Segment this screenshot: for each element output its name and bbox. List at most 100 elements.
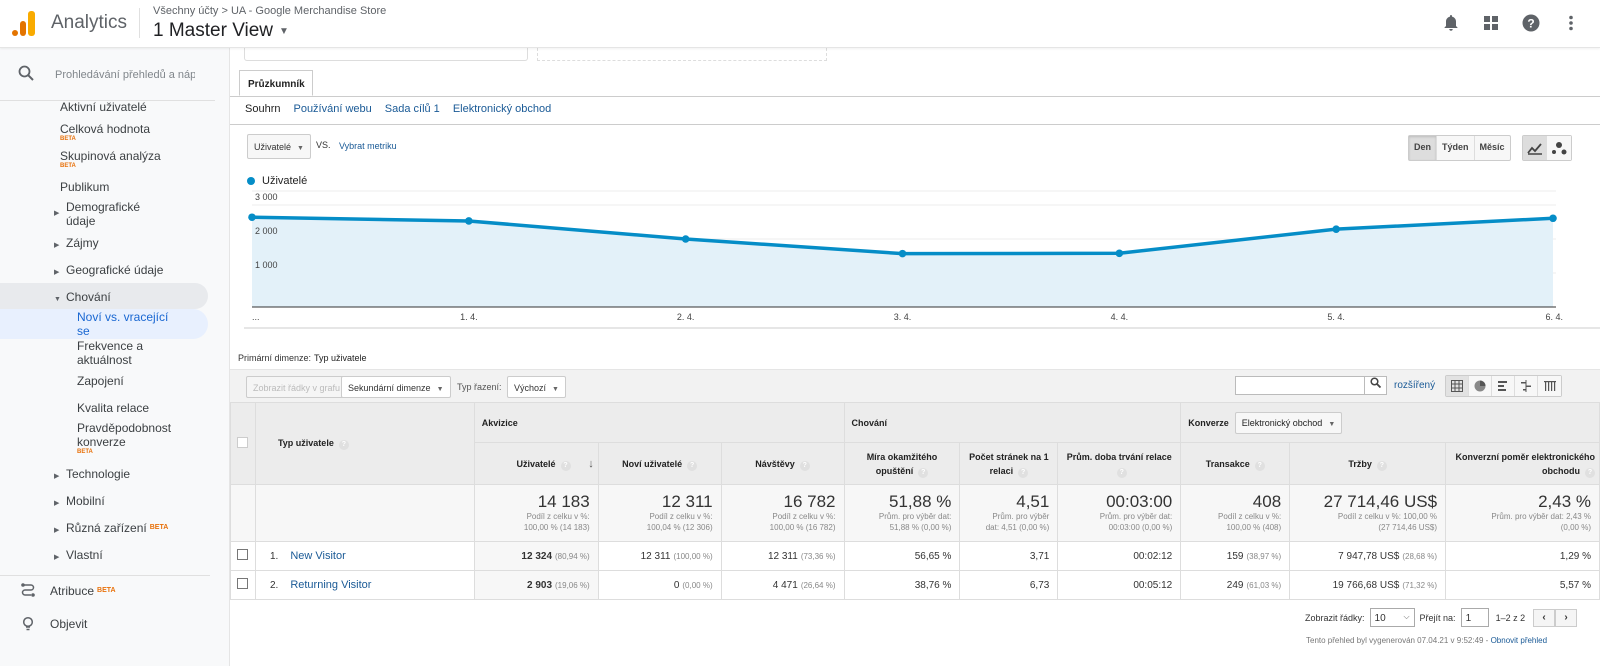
motion-chart-icon[interactable] (1547, 136, 1571, 160)
subtab-site-usage[interactable]: Používání webu (293, 103, 371, 115)
sidebar-item-interests[interactable]: ▶ Zájmy (54, 236, 99, 253)
sidebar-item-conversion-probability[interactable]: Pravděpodobnost konverze BETA (77, 421, 197, 456)
data-point (681, 235, 690, 243)
subtabs: Souhrn Používání webu Sada cílů 1 Elektr… (245, 103, 551, 115)
sidebar-item-geo[interactable]: ▶ Geografické údaje (54, 263, 163, 280)
metric-select[interactable]: Uživatelé ▼ (247, 134, 311, 159)
sidebar-item-technology[interactable]: ▶ Technologie (54, 467, 130, 484)
sidebar-item-active-users[interactable]: Aktivní uživatelé (60, 100, 147, 114)
sort-type-select[interactable]: Výchozí ▼ (507, 376, 566, 398)
help-icon[interactable]: ? (1018, 467, 1029, 478)
sidebar-item-discover[interactable]: Objevit (50, 617, 87, 631)
pie-view-icon[interactable] (1469, 376, 1492, 396)
apps-icon[interactable] (1480, 12, 1502, 34)
col-avg-session-duration[interactable]: Prům. doba trvání relace? (1057, 442, 1182, 485)
totals-row: 14 183 Podíl z celku v %: 100,00 % (14 183… (230, 484, 1600, 542)
sidebar-item-behavior[interactable]: ▼ Chování (54, 290, 111, 307)
col-ecommerce-conversion-rate[interactable]: Konverzní poměr elektronického obchodu? (1445, 442, 1600, 485)
table-search-input[interactable] (1235, 376, 1365, 395)
help-icon[interactable]: ? (1520, 12, 1542, 34)
col-bounce-rate[interactable]: Míra okamžitého opuštění? (843, 442, 961, 485)
sidebar-item-demographics[interactable]: ▶ Demografické údaje (54, 200, 164, 228)
period-month-button[interactable]: Měsíc (1475, 136, 1510, 160)
sidebar-item-cohort-analysis[interactable]: Skupinová analýza BETA (60, 149, 161, 170)
sidebar-item-custom[interactable]: ▶ Vlastní (54, 548, 103, 565)
primary-dim-value[interactable]: Typ uživatele (314, 353, 367, 363)
x-tick-label: ... (252, 312, 260, 322)
sidebar-item-audiences[interactable]: Publikum (60, 180, 109, 194)
add-segment-box[interactable] (537, 48, 827, 61)
table-cell: 12 311 (73,36 %) (720, 541, 845, 571)
table-view-icon[interactable] (1446, 376, 1469, 396)
col-transactions[interactable]: Transakce? (1180, 442, 1291, 485)
line-chart-icon[interactable] (1523, 136, 1547, 160)
sidebar-item-new-vs-returning[interactable]: Noví vs. vracející se (77, 310, 182, 338)
help-icon[interactable]: ? (1116, 467, 1127, 478)
segment-box[interactable] (244, 48, 528, 61)
page-range: 1–2 z 2 (1495, 612, 1526, 623)
chart-svg: 1 000 2 000 3 000... 1. 4. 2. 4. 3. 4. 4. 4. 5.… (244, 190, 1600, 329)
col-sessions[interactable]: Návštěvy? (720, 442, 845, 485)
row-checkbox[interactable] (237, 578, 249, 589)
goto-page-input[interactable]: 1 (1460, 608, 1489, 627)
row-checkbox[interactable] (237, 549, 249, 560)
sidebar-item-session-quality[interactable]: Kvalita relace (77, 401, 149, 415)
pivot-view-icon[interactable] (1538, 376, 1561, 396)
dimension-header[interactable]: Typ uživatele? (254, 402, 475, 485)
more-vert-icon[interactable] (1560, 12, 1582, 34)
performance-view-icon[interactable] (1492, 376, 1515, 396)
table-cell: 00:05:12 (1057, 570, 1182, 600)
sidebar-item-cross-device[interactable]: ▶ Různá zařízení BETA (54, 521, 168, 538)
sidebar-item-engagement[interactable]: Zapojení (77, 374, 124, 388)
search-input[interactable]: Prohledávání přehledů a náp (55, 69, 195, 81)
table-cell: 4 471 (26,64 %) (720, 570, 845, 600)
rows-per-page-select[interactable]: 10 ⌵ (1369, 608, 1415, 627)
help-icon[interactable]: ? (338, 439, 349, 450)
help-icon[interactable]: ? (1585, 467, 1595, 478)
sidebar-item-mobile[interactable]: ▶ Mobilní (54, 494, 105, 511)
pick-metric-link[interactable]: Vybrat metriku (339, 141, 397, 151)
help-icon[interactable]: ? (918, 467, 929, 478)
advanced-filter-link[interactable]: rozšířený (1394, 380, 1435, 391)
help-icon[interactable]: ? (1254, 460, 1265, 471)
plot-rows-button[interactable]: Zobrazit řádky v grafu (246, 376, 348, 398)
period-week-button[interactable]: Týden (1437, 136, 1475, 160)
comparison-view-icon[interactable] (1515, 376, 1538, 396)
table-search-button[interactable] (1365, 376, 1387, 395)
row-link[interactable]: New Visitor (290, 550, 345, 562)
subtab-goal-set[interactable]: Sada cílů 1 (385, 103, 440, 115)
col-revenue[interactable]: Tržby? (1289, 442, 1447, 485)
lightbulb-icon (20, 616, 36, 636)
row-link[interactable]: Returning Visitor (290, 579, 371, 591)
refresh-report-link[interactable]: Obnovit přehled (1491, 636, 1547, 645)
subtab-summary[interactable]: Souhrn (245, 103, 280, 115)
conversion-select[interactable]: Elektronický obchod ▼ (1234, 411, 1343, 434)
expand-arrow-icon: ▶ (54, 527, 60, 534)
select-all-checkbox[interactable] (237, 437, 249, 448)
view-selector[interactable]: 1 Master View ▼ (153, 20, 289, 42)
col-pages-per-session[interactable]: Počet stránek na 1 relaci? (959, 442, 1059, 485)
tab-explorer[interactable]: Průzkumník (239, 70, 313, 96)
help-icon[interactable]: ? (799, 460, 810, 471)
help-icon[interactable]: ? (1376, 460, 1387, 471)
help-icon[interactable]: ? (560, 460, 571, 471)
bell-icon[interactable] (1440, 12, 1462, 34)
sidebar-item-lifetime-value[interactable]: Celková hodnota BETA (60, 122, 150, 143)
period-day-button[interactable]: Den (1409, 136, 1438, 160)
legend-dot-icon (247, 177, 255, 185)
help-icon[interactable]: ? (687, 460, 698, 471)
sidebar-item-attribution[interactable]: Atribuce BETA (50, 584, 116, 598)
total-sub: 00:03:00 (0,00 %) (1108, 523, 1173, 532)
sidebar-search[interactable]: Prohledávání přehledů a náp (0, 48, 215, 101)
data-point (898, 249, 907, 258)
prev-page-button[interactable]: ‹ (1533, 608, 1556, 627)
analytics-logo-icon[interactable] (12, 10, 36, 36)
secondary-dimension-select[interactable]: Sekundární dimenze ▼ (341, 376, 451, 398)
x-tick-label: 1. 4. (460, 312, 478, 322)
subtab-ecommerce[interactable]: Elektronický obchod (453, 103, 551, 115)
breadcrumb[interactable]: Všechny účty > UA - Google Merchandise S… (153, 5, 386, 17)
sidebar-item-frequency[interactable]: Frekvence a aktuálnost (77, 339, 167, 367)
col-users[interactable]: Uživatelé? ↓ (473, 442, 599, 485)
col-new-users[interactable]: Noví uživatelé? (597, 442, 722, 485)
next-page-button[interactable]: › (1555, 608, 1578, 627)
